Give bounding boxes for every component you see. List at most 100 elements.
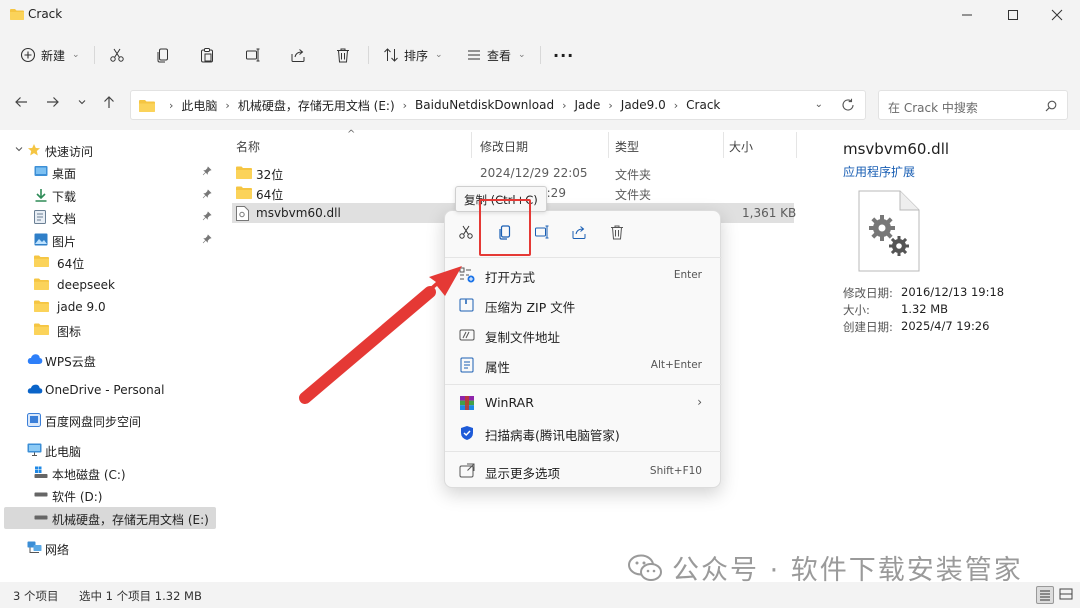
address-bar[interactable]: › 此电脑 › 机械硬盘，存储无用文档 (E:) › BaiduNetdiskD…: [130, 90, 866, 120]
minimize-button[interactable]: [944, 0, 990, 30]
sort-button[interactable]: 排序 ⌄: [383, 41, 443, 69]
breadcrumb-drive-e[interactable]: 机械硬盘，存储无用文档 (E:): [238, 97, 395, 114]
details-prop-value: 2016/12/13 19:18: [901, 285, 1005, 299]
sidebar-item-deepseek[interactable]: deepseek: [4, 274, 216, 296]
sidebar-label: 文档: [52, 212, 77, 226]
search-placeholder: 在 Crack 中搜索: [888, 101, 978, 115]
column-divider[interactable]: [796, 132, 797, 158]
cut-button[interactable]: [109, 41, 125, 69]
tiles-view-button[interactable]: [1058, 586, 1076, 604]
context-rename-button[interactable]: [534, 224, 550, 240]
breadcrumb-this-pc[interactable]: 此电脑: [181, 97, 217, 114]
sidebar-label: 百度网盘同步空间: [45, 415, 142, 429]
delete-button[interactable]: [335, 41, 351, 69]
divider: [94, 46, 95, 64]
details-view-button[interactable]: [1036, 586, 1054, 604]
sidebar-this-pc[interactable]: 此电脑: [4, 439, 216, 461]
menu-item-scan-virus[interactable]: 扫描病毒(腾讯电脑管家): [451, 420, 716, 446]
sidebar-label: OneDrive - Personal: [45, 383, 165, 397]
recent-locations-button[interactable]: [77, 97, 87, 107]
properties-icon: [459, 357, 475, 373]
sidebar-label: 机械硬盘，存储无用文档 (E:): [52, 513, 209, 527]
column-header-type[interactable]: 类型: [615, 138, 639, 155]
menu-item-show-more[interactable]: 显示更多选项 Shift+F10: [451, 458, 716, 484]
refresh-icon[interactable]: [841, 98, 855, 112]
column-header-date[interactable]: 修改日期: [480, 138, 528, 155]
menu-item-compress-zip[interactable]: 压缩为 ZIP 文件: [451, 292, 716, 318]
details-prop-value: 1.32 MB: [901, 302, 949, 316]
document-icon: [34, 210, 46, 224]
sidebar-item-downloads[interactable]: 下载: [4, 184, 216, 206]
menu-divider: [445, 451, 722, 452]
sidebar-baidu-sync[interactable]: 百度网盘同步空间: [4, 409, 216, 431]
share-button[interactable]: [290, 41, 306, 69]
show-more-icon: [459, 463, 475, 479]
breadcrumb-jade[interactable]: Jade: [574, 98, 600, 112]
breadcrumb-baidunetdisk[interactable]: BaiduNetdiskDownload: [415, 98, 554, 112]
context-cut-button[interactable]: [458, 224, 474, 240]
sidebar-item-desktop[interactable]: 桌面: [4, 161, 216, 183]
column-header-name[interactable]: 名称: [236, 138, 260, 155]
divider: [540, 46, 541, 64]
sidebar-label: 网络: [45, 543, 70, 557]
sidebar-item-pictures[interactable]: 图片: [4, 229, 216, 251]
rename-button[interactable]: [245, 41, 261, 69]
menu-label: 显示更多选项: [485, 466, 561, 481]
close-button[interactable]: [1034, 0, 1080, 30]
column-divider[interactable]: [723, 132, 724, 158]
arrow-up-icon: [102, 95, 116, 109]
search-input[interactable]: 在 Crack 中搜索: [878, 90, 1068, 120]
view-button[interactable]: 查看 ⌄: [466, 41, 526, 69]
sidebar-item-documents[interactable]: 文档: [4, 206, 216, 228]
search-icon: [1045, 100, 1057, 112]
window-title: Crack: [28, 7, 63, 21]
address-history-chevron-icon[interactable]: ⌄: [815, 99, 823, 110]
menu-item-open-with[interactable]: 打开方式 Enter: [451, 262, 716, 288]
new-button[interactable]: 新建 ⌄: [20, 41, 80, 69]
up-button[interactable]: [102, 95, 116, 109]
sidebar-network[interactable]: 网络: [4, 537, 216, 559]
sidebar-label: 此电脑: [45, 445, 82, 459]
more-options-button[interactable]: ···: [553, 41, 574, 69]
menu-item-properties[interactable]: 属性 Alt+Enter: [451, 352, 716, 378]
sort-up-icon: ^: [347, 129, 356, 140]
table-row[interactable]: 32位 2024/12/29 22:05 文件夹: [232, 163, 794, 183]
file-name: 32位: [256, 168, 284, 182]
sidebar-drive-e[interactable]: 机械硬盘，存储无用文档 (E:): [4, 507, 216, 529]
menu-item-copy-path[interactable]: 复制文件地址: [451, 322, 716, 348]
sidebar-item-jade[interactable]: jade 9.0: [4, 296, 216, 318]
forward-button[interactable]: [46, 95, 60, 109]
context-share-button[interactable]: [571, 224, 587, 240]
chevron-right-icon: ›: [562, 98, 567, 112]
breadcrumb-crack[interactable]: Crack: [686, 98, 720, 112]
menu-item-winrar[interactable]: WinRAR ›: [451, 390, 716, 416]
paste-button[interactable]: [199, 41, 215, 69]
column-header-size[interactable]: 大小: [729, 138, 753, 155]
menu-label: 压缩为 ZIP 文件: [485, 300, 576, 315]
shield-icon: [459, 425, 475, 441]
breadcrumb-jade9[interactable]: Jade9.0: [621, 98, 666, 112]
folder-icon: [34, 278, 49, 290]
context-delete-button[interactable]: [609, 224, 625, 240]
command-bar: 新建 ⌄ 排序 ⌄ 查看 ⌄ ···: [0, 30, 1080, 80]
copy-button[interactable]: [155, 41, 171, 69]
desktop-icon: [34, 165, 48, 177]
share-icon: [290, 47, 306, 63]
column-divider[interactable]: [471, 132, 472, 158]
back-button[interactable]: [14, 95, 28, 109]
sidebar-onedrive[interactable]: OneDrive - Personal: [4, 379, 216, 401]
sidebar-item-64bit[interactable]: 64位: [4, 251, 216, 273]
copy-icon: [155, 47, 171, 63]
chevron-down-icon: ⌄: [518, 50, 526, 60]
sidebar-drive-c[interactable]: 本地磁盘 (C:): [4, 462, 216, 484]
sidebar-wps-cloud[interactable]: WPS云盘: [4, 349, 216, 371]
sidebar-drive-d[interactable]: 软件 (D:): [4, 484, 216, 506]
file-date: 2024/12/29 22:05: [480, 166, 588, 180]
scissors-icon: [109, 47, 125, 63]
maximize-button[interactable]: [990, 0, 1036, 30]
sidebar-quick-access[interactable]: 快速访问: [4, 139, 216, 161]
details-prop-label: 大小:: [843, 303, 870, 317]
column-divider[interactable]: [608, 132, 609, 158]
sidebar-item-icons[interactable]: 图标: [4, 319, 216, 341]
drive-icon: [34, 492, 48, 497]
